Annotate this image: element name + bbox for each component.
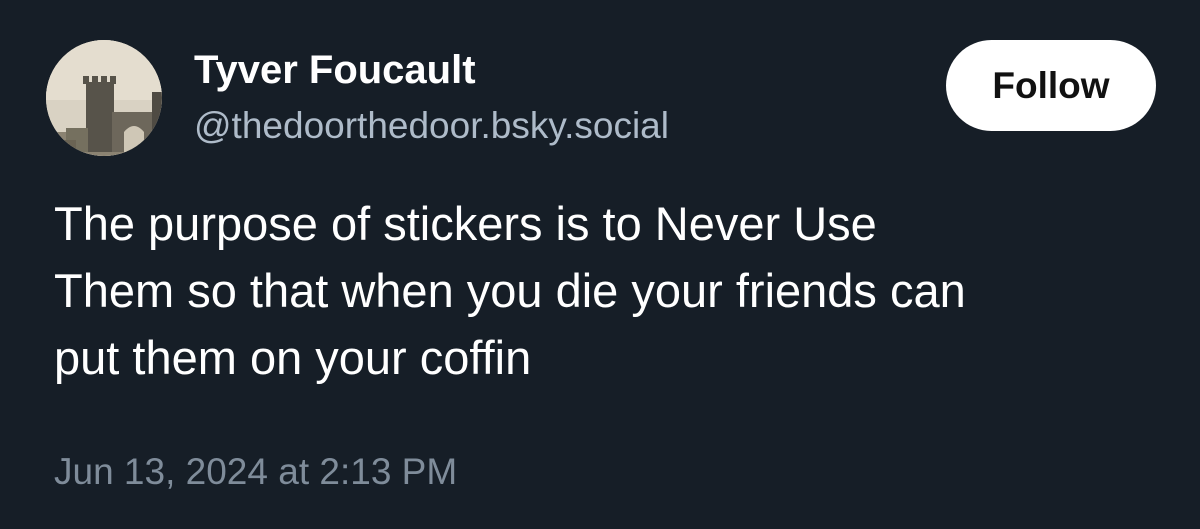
author-handle[interactable]: @thedoorthedoor.bsky.social — [194, 104, 669, 148]
post-timestamp[interactable]: Jun 13, 2024 at 2:13 PM — [54, 448, 457, 496]
follow-button[interactable]: Follow — [946, 40, 1156, 131]
post-text: The purpose of stickers is to Never Use … — [54, 190, 1154, 391]
post-text-line: Them so that when you die your friends c… — [54, 264, 966, 317]
castle-photo-avatar-icon — [46, 40, 162, 156]
post-text-line: The purpose of stickers is to Never Use — [54, 197, 877, 250]
post-card: Tyver Foucault @thedoorthedoor.bsky.soci… — [0, 0, 1200, 529]
post-text-line: put them on your coffin — [54, 331, 532, 384]
avatar[interactable] — [46, 40, 162, 156]
author-display-name[interactable]: Tyver Foucault — [194, 46, 476, 94]
